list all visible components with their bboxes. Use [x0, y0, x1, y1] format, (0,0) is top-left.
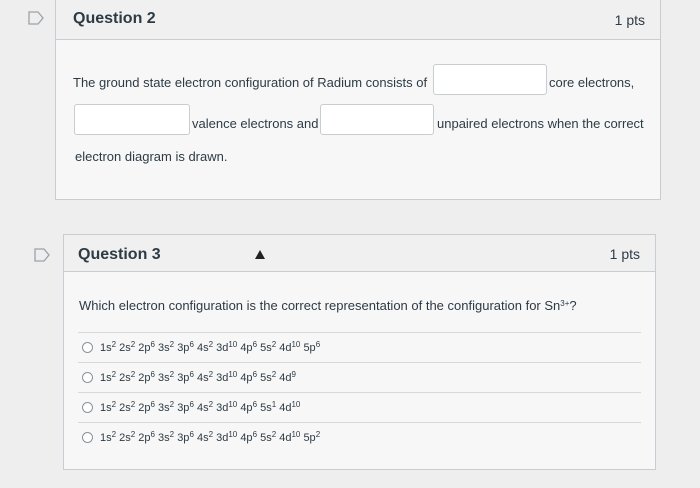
answer-text: 1s2 2s2 2p6 3s2 3p6 4s2 3d10 4p6 5s1 4d1…: [100, 400, 301, 414]
question-title: Question 3: [78, 246, 161, 263]
question-text: core electrons,: [549, 75, 635, 90]
question-points: 1 pts: [614, 12, 645, 28]
answer-text: 1s2 2s2 2p6 3s2 3p6 4s2 3d10 4p6 5s2 4d1…: [100, 340, 321, 354]
question-text: electron diagram is drawn.: [75, 149, 228, 164]
question-2-card: Question 2 1 pts The ground state electr…: [55, 0, 661, 200]
answer-text: 1s2 2s2 2p6 3s2 3p6 4s2 3d10 4p6 5s2 4d9: [100, 370, 296, 384]
question-title: Question 2: [73, 10, 156, 27]
question-prompt: Which electron configuration is the corr…: [79, 298, 577, 313]
flag-question-icon[interactable]: [33, 248, 51, 262]
question-2-header: Question 2 1 pts: [56, 0, 660, 40]
question-3-header: Question 3 1 pts: [64, 235, 655, 272]
question-text: unpaired electrons when the correct: [437, 116, 644, 131]
answer-option[interactable]: 1s2 2s2 2p6 3s2 3p6 4s2 3d10 4p6 5s1 4d1…: [78, 392, 641, 422]
question-points: 1 pts: [609, 246, 640, 262]
answer-radio[interactable]: [82, 372, 93, 383]
question-text: The ground state electron configuration …: [73, 75, 428, 90]
question-3-card: Question 3 1 pts Which electron configur…: [63, 234, 656, 470]
answer-radio[interactable]: [82, 402, 93, 413]
answer-radio[interactable]: [82, 432, 93, 443]
unpaired-electrons-input[interactable]: [320, 104, 434, 135]
answer-option[interactable]: 1s2 2s2 2p6 3s2 3p6 4s2 3d10 4p6 5s2 4d1…: [78, 422, 641, 452]
answer-option[interactable]: 1s2 2s2 2p6 3s2 3p6 4s2 3d10 4p6 5s2 4d9: [78, 362, 641, 392]
answer-option[interactable]: 1s2 2s2 2p6 3s2 3p6 4s2 3d10 4p6 5s2 4d1…: [78, 332, 641, 362]
valence-electrons-input[interactable]: [74, 104, 190, 135]
answer-text: 1s2 2s2 2p6 3s2 3p6 4s2 3d10 4p6 5s2 4d1…: [100, 430, 321, 444]
mouse-cursor: [255, 250, 265, 259]
flag-question-icon[interactable]: [27, 11, 45, 25]
answer-radio[interactable]: [82, 342, 93, 353]
question-text: valence electrons and: [192, 116, 319, 131]
core-electrons-input[interactable]: [433, 64, 547, 95]
